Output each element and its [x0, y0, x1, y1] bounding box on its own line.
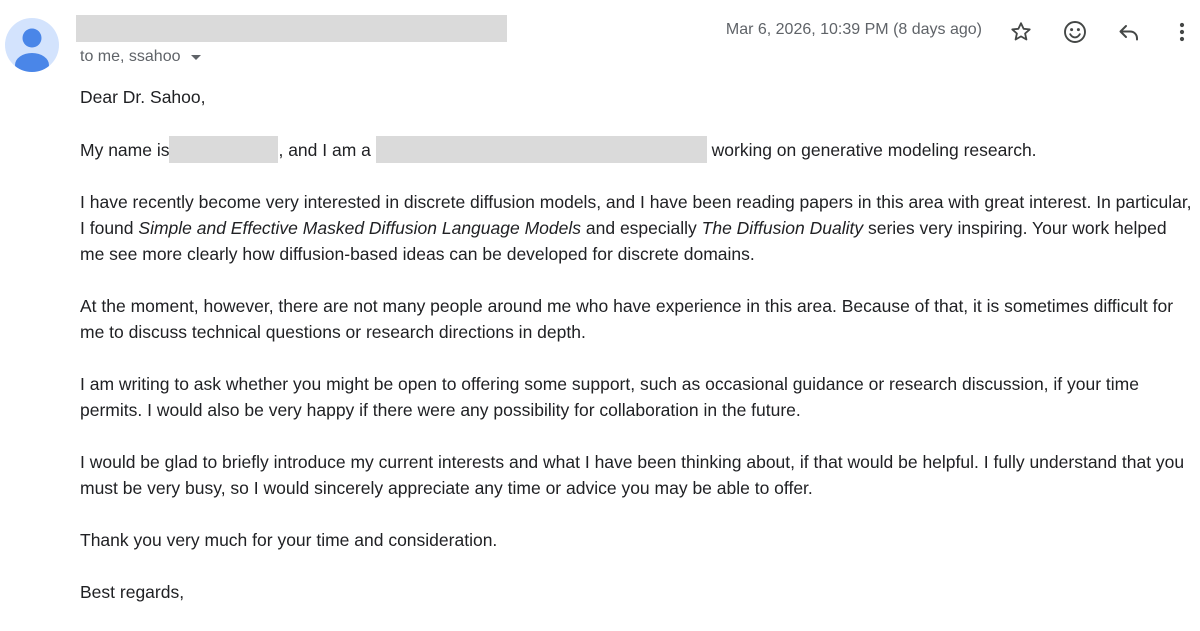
greeting: Dear Dr. Sahoo, — [80, 87, 206, 107]
paragraph-offer: I would be glad to briefly introduce my … — [80, 452, 1185, 498]
paragraph-context: At the moment, however, there are not ma… — [80, 296, 1174, 342]
redacted-sender-name — [76, 15, 507, 42]
paragraph-thanks: Thank you very much for your time and co… — [80, 530, 498, 550]
recipients-label: to me, ssahoo — [80, 48, 181, 65]
message-body: Dear Dr. Sahoo, My name is , and I am a w… — [80, 84, 1195, 631]
intro-text-2: , and I am a — [278, 140, 371, 160]
message-date[interactable]: Mar 6, 2026, 10:39 PM (8 days ago) — [726, 21, 982, 39]
paper-title-duality: The Diffusion Duality — [701, 218, 864, 238]
intro-paragraph: My name is , and I am a working on genera… — [80, 136, 1195, 163]
emoji-icon[interactable] — [1060, 17, 1090, 47]
intro-text-3: working on generative modeling research. — [711, 140, 1037, 160]
caret-down-icon — [190, 54, 201, 60]
paragraph-interest: I have recently become very interested i… — [80, 189, 1195, 267]
reply-icon[interactable] — [1114, 17, 1144, 47]
more-vert-icon[interactable] — [1167, 17, 1197, 47]
paper-title-mdlm: Simple and Effective Masked Diffusion La… — [138, 218, 582, 238]
closing: Best regards, — [80, 582, 185, 602]
paragraph-request: I am writing to ask whether you might be… — [80, 374, 1139, 420]
sender-avatar[interactable] — [5, 18, 59, 72]
redacted-name — [169, 136, 279, 163]
paragraph-interest-text-2: and especially — [581, 218, 702, 238]
intro-text-1: My name is — [80, 140, 170, 160]
person-icon — [15, 28, 49, 72]
redacted-affiliation — [375, 136, 707, 163]
recipients-dropdown[interactable]: to me, ssahoo — [80, 48, 201, 66]
star-icon[interactable] — [1006, 17, 1036, 47]
